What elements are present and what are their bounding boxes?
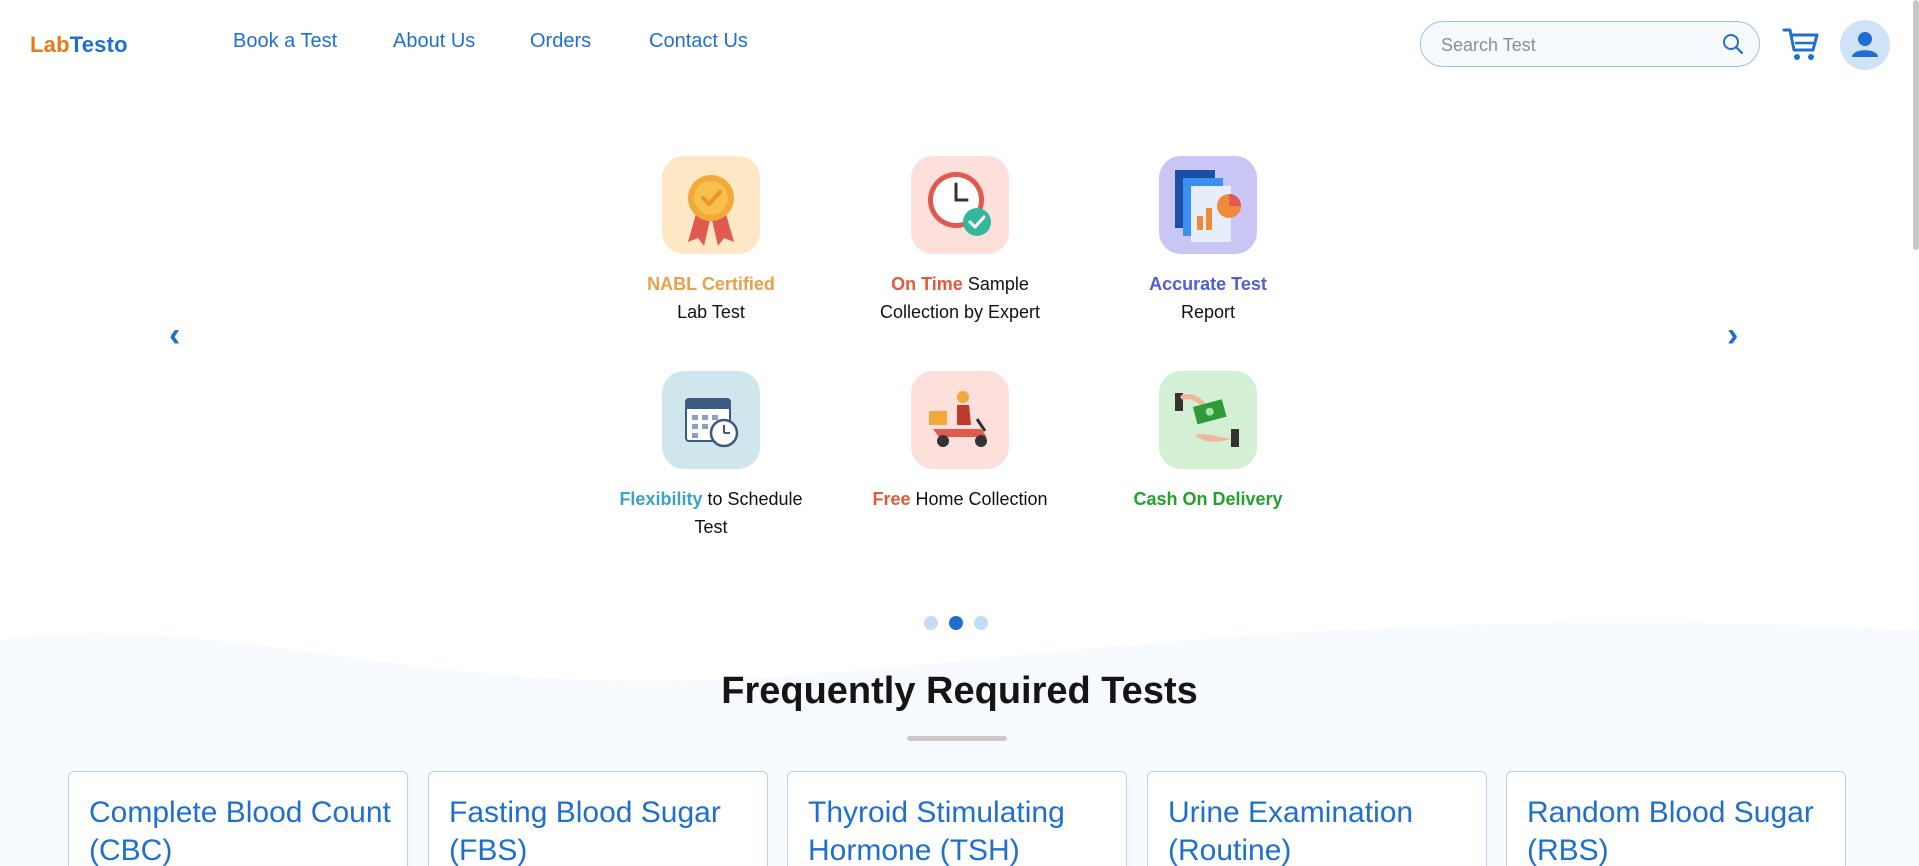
feature-label: Flexibility to Schedule Test [601, 485, 821, 541]
feature-label: Accurate Test Report [1098, 270, 1318, 326]
delivery-scooter-icon [911, 371, 1009, 469]
brand-logo-part1: Lab [30, 32, 70, 57]
test-card[interactable]: Random Blood Sugar (RBS) [1506, 771, 1846, 866]
carousel-next-button[interactable]: › [1727, 318, 1738, 352]
feature-highlight: Flexibility [619, 489, 703, 509]
test-name: Fasting Blood Sugar (FBS) [449, 796, 721, 866]
test-card[interactable]: Urine Examination (Routine) [1147, 771, 1487, 866]
test-card[interactable]: Thyroid Stimulating Hormone (TSH) [787, 771, 1127, 866]
feature-nabl-certified: NABL Certified Lab Test [601, 156, 821, 326]
feature-on-time: On Time Sample Collection by Expert [850, 156, 1070, 326]
test-name: Urine Examination (Routine) [1168, 796, 1414, 866]
section-title: Frequently Required Tests [721, 670, 1198, 712]
test-card[interactable]: Fasting Blood Sugar (FBS) [428, 771, 768, 866]
nav-about-us[interactable]: About Us [393, 30, 475, 53]
title-underline [907, 736, 1007, 741]
brand-logo[interactable]: LabTesto [30, 32, 128, 58]
award-medal-icon [662, 156, 760, 254]
feature-text: to Schedule Test [694, 489, 803, 537]
feature-highlight: Cash On Delivery [1133, 489, 1283, 509]
calendar-clock-icon [662, 371, 760, 469]
feature-highlight: On Time [891, 274, 963, 294]
feature-label: Free Home Collection [850, 485, 1070, 513]
feature-label: Cash On Delivery [1098, 485, 1318, 513]
feature-label: NABL Certified Lab Test [601, 270, 821, 326]
carousel-dot-3[interactable] [974, 616, 988, 630]
feature-free-home-collection: Free Home Collection [850, 371, 1070, 513]
search-input[interactable] [1441, 33, 1701, 57]
search-box [1420, 21, 1760, 67]
test-name: Complete Blood Count (CBC) [89, 796, 391, 866]
feature-highlight: Free [872, 489, 911, 509]
nav-contact-us[interactable]: Contact Us [649, 30, 748, 53]
nav-orders[interactable]: Orders [530, 30, 591, 53]
feature-label: On Time Sample Collection by Expert [850, 270, 1070, 326]
clock-check-icon [911, 156, 1009, 254]
test-name: Random Blood Sugar (RBS) [1527, 796, 1814, 866]
report-chart-icon [1159, 156, 1257, 254]
nav-book-a-test[interactable]: Book a Test [233, 30, 337, 53]
site-header: LabTesto Book a Test About Us Orders Con… [0, 0, 1919, 88]
carousel-dot-1[interactable] [924, 616, 938, 630]
feature-text: Report [1180, 302, 1236, 322]
feature-accurate-report: Accurate Test Report [1098, 156, 1318, 326]
page-scrollbar[interactable] [1913, 0, 1919, 250]
user-avatar-icon [1852, 32, 1878, 57]
feature-cash-on-delivery: Cash On Delivery [1098, 371, 1318, 513]
test-card[interactable]: Complete Blood Count (CBC) [68, 771, 408, 866]
feature-highlight: Accurate Test [1149, 274, 1267, 294]
brand-logo-part2: Testo [69, 32, 128, 57]
user-avatar[interactable] [1840, 20, 1890, 70]
feature-highlight: NABL Certified [647, 274, 775, 294]
feature-flexibility: Flexibility to Schedule Test [601, 371, 821, 541]
cart-icon[interactable] [1782, 26, 1820, 62]
carousel-dot-2[interactable] [949, 616, 963, 630]
carousel-prev-button[interactable]: ‹ [169, 318, 180, 352]
cash-payment-icon [1159, 371, 1257, 469]
search-icon[interactable] [1721, 32, 1745, 56]
test-name: Thyroid Stimulating Hormone (TSH) [808, 796, 1065, 866]
feature-text: Lab Test [677, 302, 745, 322]
feature-text: Home Collection [910, 489, 1048, 509]
